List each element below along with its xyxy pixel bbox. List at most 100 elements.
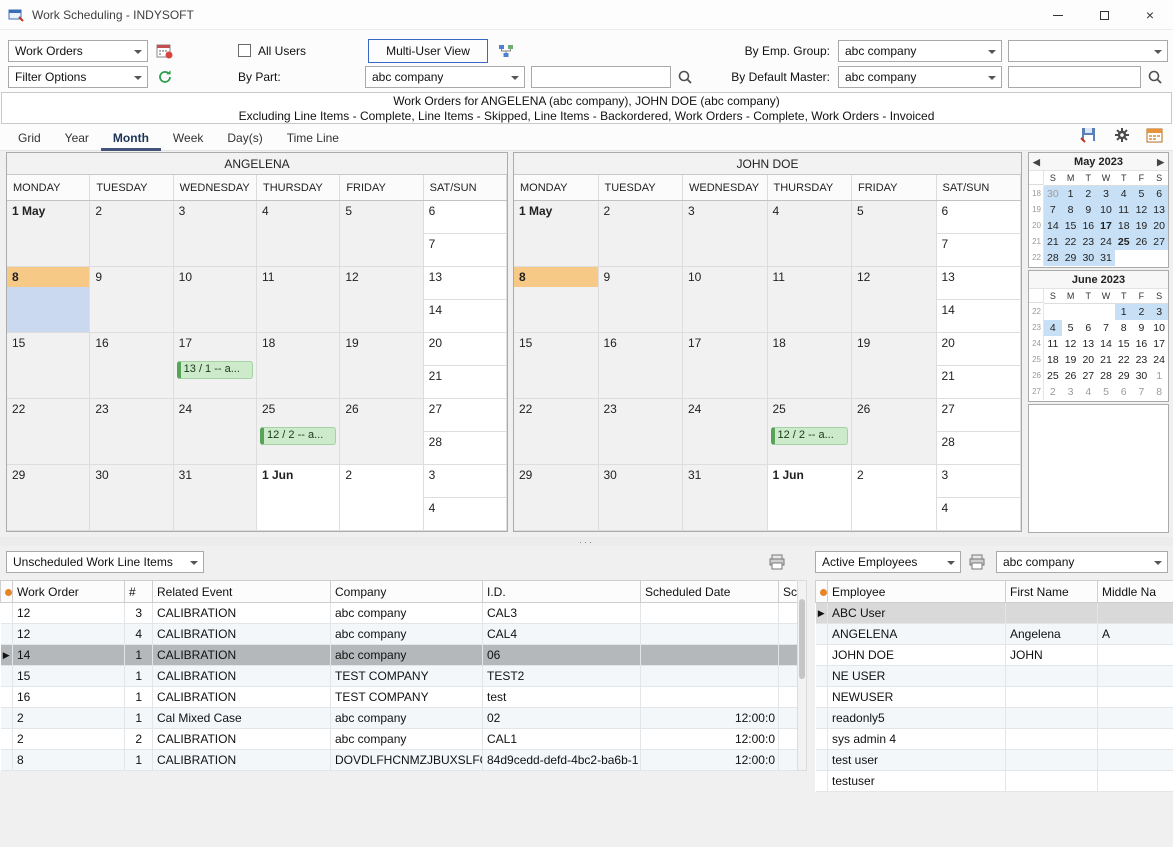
table-row[interactable]: 123CALIBRATIONabc companyCAL3 xyxy=(1,603,798,624)
day-cell[interactable]: 28 xyxy=(424,432,507,465)
table-cell[interactable]: sys admin 4 xyxy=(828,729,1006,750)
tab-grid[interactable]: Grid xyxy=(6,128,53,151)
by-part-dropdown[interactable]: abc company xyxy=(365,66,525,88)
mini-day[interactable]: 19 xyxy=(1133,218,1151,234)
day-cell[interactable]: 3 xyxy=(937,465,1022,498)
mini-day[interactable]: 8 xyxy=(1150,384,1168,400)
day-cell[interactable]: 14 xyxy=(937,300,1022,333)
mini-day[interactable]: 14 xyxy=(1097,336,1115,352)
day-cell[interactable]: 1 May xyxy=(7,201,90,267)
day-cell[interactable]: 1 Jun xyxy=(768,465,853,531)
day-cell[interactable]: 2512 / 2 -- a... xyxy=(768,399,853,465)
day-cell[interactable]: 26 xyxy=(340,399,423,465)
day-cell[interactable]: 7 xyxy=(424,234,507,267)
table-cell[interactable]: 06 xyxy=(483,645,641,666)
mini-day[interactable]: 27 xyxy=(1079,368,1097,384)
table-row[interactable]: testuser xyxy=(816,771,1173,792)
mini-day[interactable]: 3 xyxy=(1150,304,1168,320)
column-header[interactable]: Employee xyxy=(828,581,1006,603)
mini-day[interactable]: 26 xyxy=(1062,368,1080,384)
search-icon[interactable] xyxy=(674,66,696,88)
day-cell[interactable]: 31 xyxy=(174,465,257,531)
day-cell[interactable]: 14 xyxy=(424,300,507,333)
mini-day[interactable]: 24 xyxy=(1150,352,1168,368)
table-cell[interactable]: TEST COMPANY xyxy=(331,687,483,708)
day-cell[interactable]: 8 xyxy=(7,267,90,333)
column-header[interactable]: Company xyxy=(331,581,483,603)
table-cell[interactable]: A xyxy=(1098,624,1173,645)
mini-day[interactable]: 7 xyxy=(1133,384,1151,400)
table-cell[interactable] xyxy=(641,666,779,687)
day-cell[interactable]: 31 xyxy=(683,465,768,531)
column-header[interactable]: # xyxy=(125,581,153,603)
mini-day[interactable]: 2 xyxy=(1044,384,1062,400)
day-cell[interactable]: 20 xyxy=(937,333,1022,366)
mini-day[interactable] xyxy=(1079,304,1097,320)
day-cell[interactable]: 15 xyxy=(7,333,90,399)
table-cell[interactable]: CALIBRATION xyxy=(153,729,331,750)
day-cell[interactable]: 4 xyxy=(937,498,1022,531)
event-pill[interactable]: 12 / 2 -- a... xyxy=(771,427,849,445)
day-cell[interactable]: 10 xyxy=(683,267,768,333)
day-cell[interactable]: 28 xyxy=(937,432,1022,465)
table-cell[interactable]: test user xyxy=(828,750,1006,771)
mini-day[interactable]: 11 xyxy=(1044,336,1062,352)
table-cell[interactable]: 12:00:0 xyxy=(641,750,779,771)
column-header[interactable]: Related Event xyxy=(153,581,331,603)
table-row[interactable]: JOHN DOEJOHN xyxy=(816,645,1173,666)
splitter-handle[interactable]: ··· xyxy=(0,537,1173,546)
mini-day[interactable]: 27 xyxy=(1150,234,1168,250)
day-cell[interactable]: 1713 / 1 -- a... xyxy=(174,333,257,399)
save-layout-icon[interactable] xyxy=(1080,127,1098,143)
mini-day[interactable]: 26 xyxy=(1133,234,1151,250)
mini-day[interactable]: 1 xyxy=(1150,368,1168,384)
master-search-input[interactable] xyxy=(1008,66,1141,88)
table-cell[interactable]: CALIBRATION xyxy=(153,666,331,687)
filter-options-dropdown[interactable]: Filter Options xyxy=(8,66,148,88)
table-cell[interactable]: 15 xyxy=(13,666,125,687)
table-cell[interactable]: 3 xyxy=(125,603,153,624)
table-cell[interactable]: 1 xyxy=(125,750,153,771)
column-header[interactable]: Middle Na xyxy=(1098,581,1173,603)
mini-day[interactable]: 16 xyxy=(1079,218,1097,234)
schedule-calendar-icon[interactable] xyxy=(153,40,177,62)
table-cell[interactable]: 2 xyxy=(125,729,153,750)
mini-day[interactable]: 18 xyxy=(1044,352,1062,368)
day-cell[interactable]: 19 xyxy=(340,333,423,399)
mini-day[interactable]: 4 xyxy=(1079,384,1097,400)
table-cell[interactable]: 12:00:0 xyxy=(641,729,779,750)
mini-day[interactable]: 30 xyxy=(1079,250,1097,266)
maximize-button[interactable] xyxy=(1081,0,1127,30)
table-row[interactable]: 22CALIBRATIONabc companyCAL112:00:0 xyxy=(1,729,798,750)
day-cell[interactable]: 16 xyxy=(599,333,684,399)
day-cell[interactable]: 2 xyxy=(340,465,423,531)
day-cell[interactable]: 16 xyxy=(90,333,173,399)
table-cell[interactable]: 02 xyxy=(483,708,641,729)
day-cell[interactable]: 12 xyxy=(340,267,423,333)
table-row[interactable]: ANGELENAAngelenaA xyxy=(816,624,1173,645)
event-pill[interactable]: 13 / 1 -- a... xyxy=(177,361,253,379)
mini-day[interactable]: 4 xyxy=(1044,320,1062,336)
day-cell[interactable]: 7 xyxy=(937,234,1022,267)
day-cell[interactable]: 27 xyxy=(424,399,507,432)
tab-week[interactable]: Week xyxy=(161,128,215,151)
mini-day[interactable]: 12 xyxy=(1133,202,1151,218)
table-cell[interactable]: JOHN DOE xyxy=(828,645,1006,666)
table-cell[interactable] xyxy=(779,729,798,750)
mini-day[interactable]: 15 xyxy=(1062,218,1080,234)
table-cell[interactable]: DOVDLFHCNMZJBUXSLFCGNL xyxy=(331,750,483,771)
table-cell[interactable] xyxy=(641,603,779,624)
table-cell[interactable]: abc company xyxy=(331,603,483,624)
mini-day[interactable] xyxy=(1115,250,1133,266)
employee-company-filter-dropdown[interactable]: abc company xyxy=(996,551,1168,573)
day-cell[interactable]: 24 xyxy=(174,399,257,465)
day-cell[interactable]: 1 May xyxy=(514,201,599,267)
day-cell[interactable]: 8 xyxy=(514,267,599,333)
table-row[interactable]: 161CALIBRATIONTEST COMPANYtest xyxy=(1,687,798,708)
day-cell[interactable]: 26 xyxy=(852,399,937,465)
mini-day[interactable]: 23 xyxy=(1079,234,1097,250)
mini-day[interactable]: 22 xyxy=(1062,234,1080,250)
table-cell[interactable]: 1 xyxy=(125,708,153,729)
mini-day[interactable]: 23 xyxy=(1133,352,1151,368)
table-cell[interactable]: abc company xyxy=(331,708,483,729)
